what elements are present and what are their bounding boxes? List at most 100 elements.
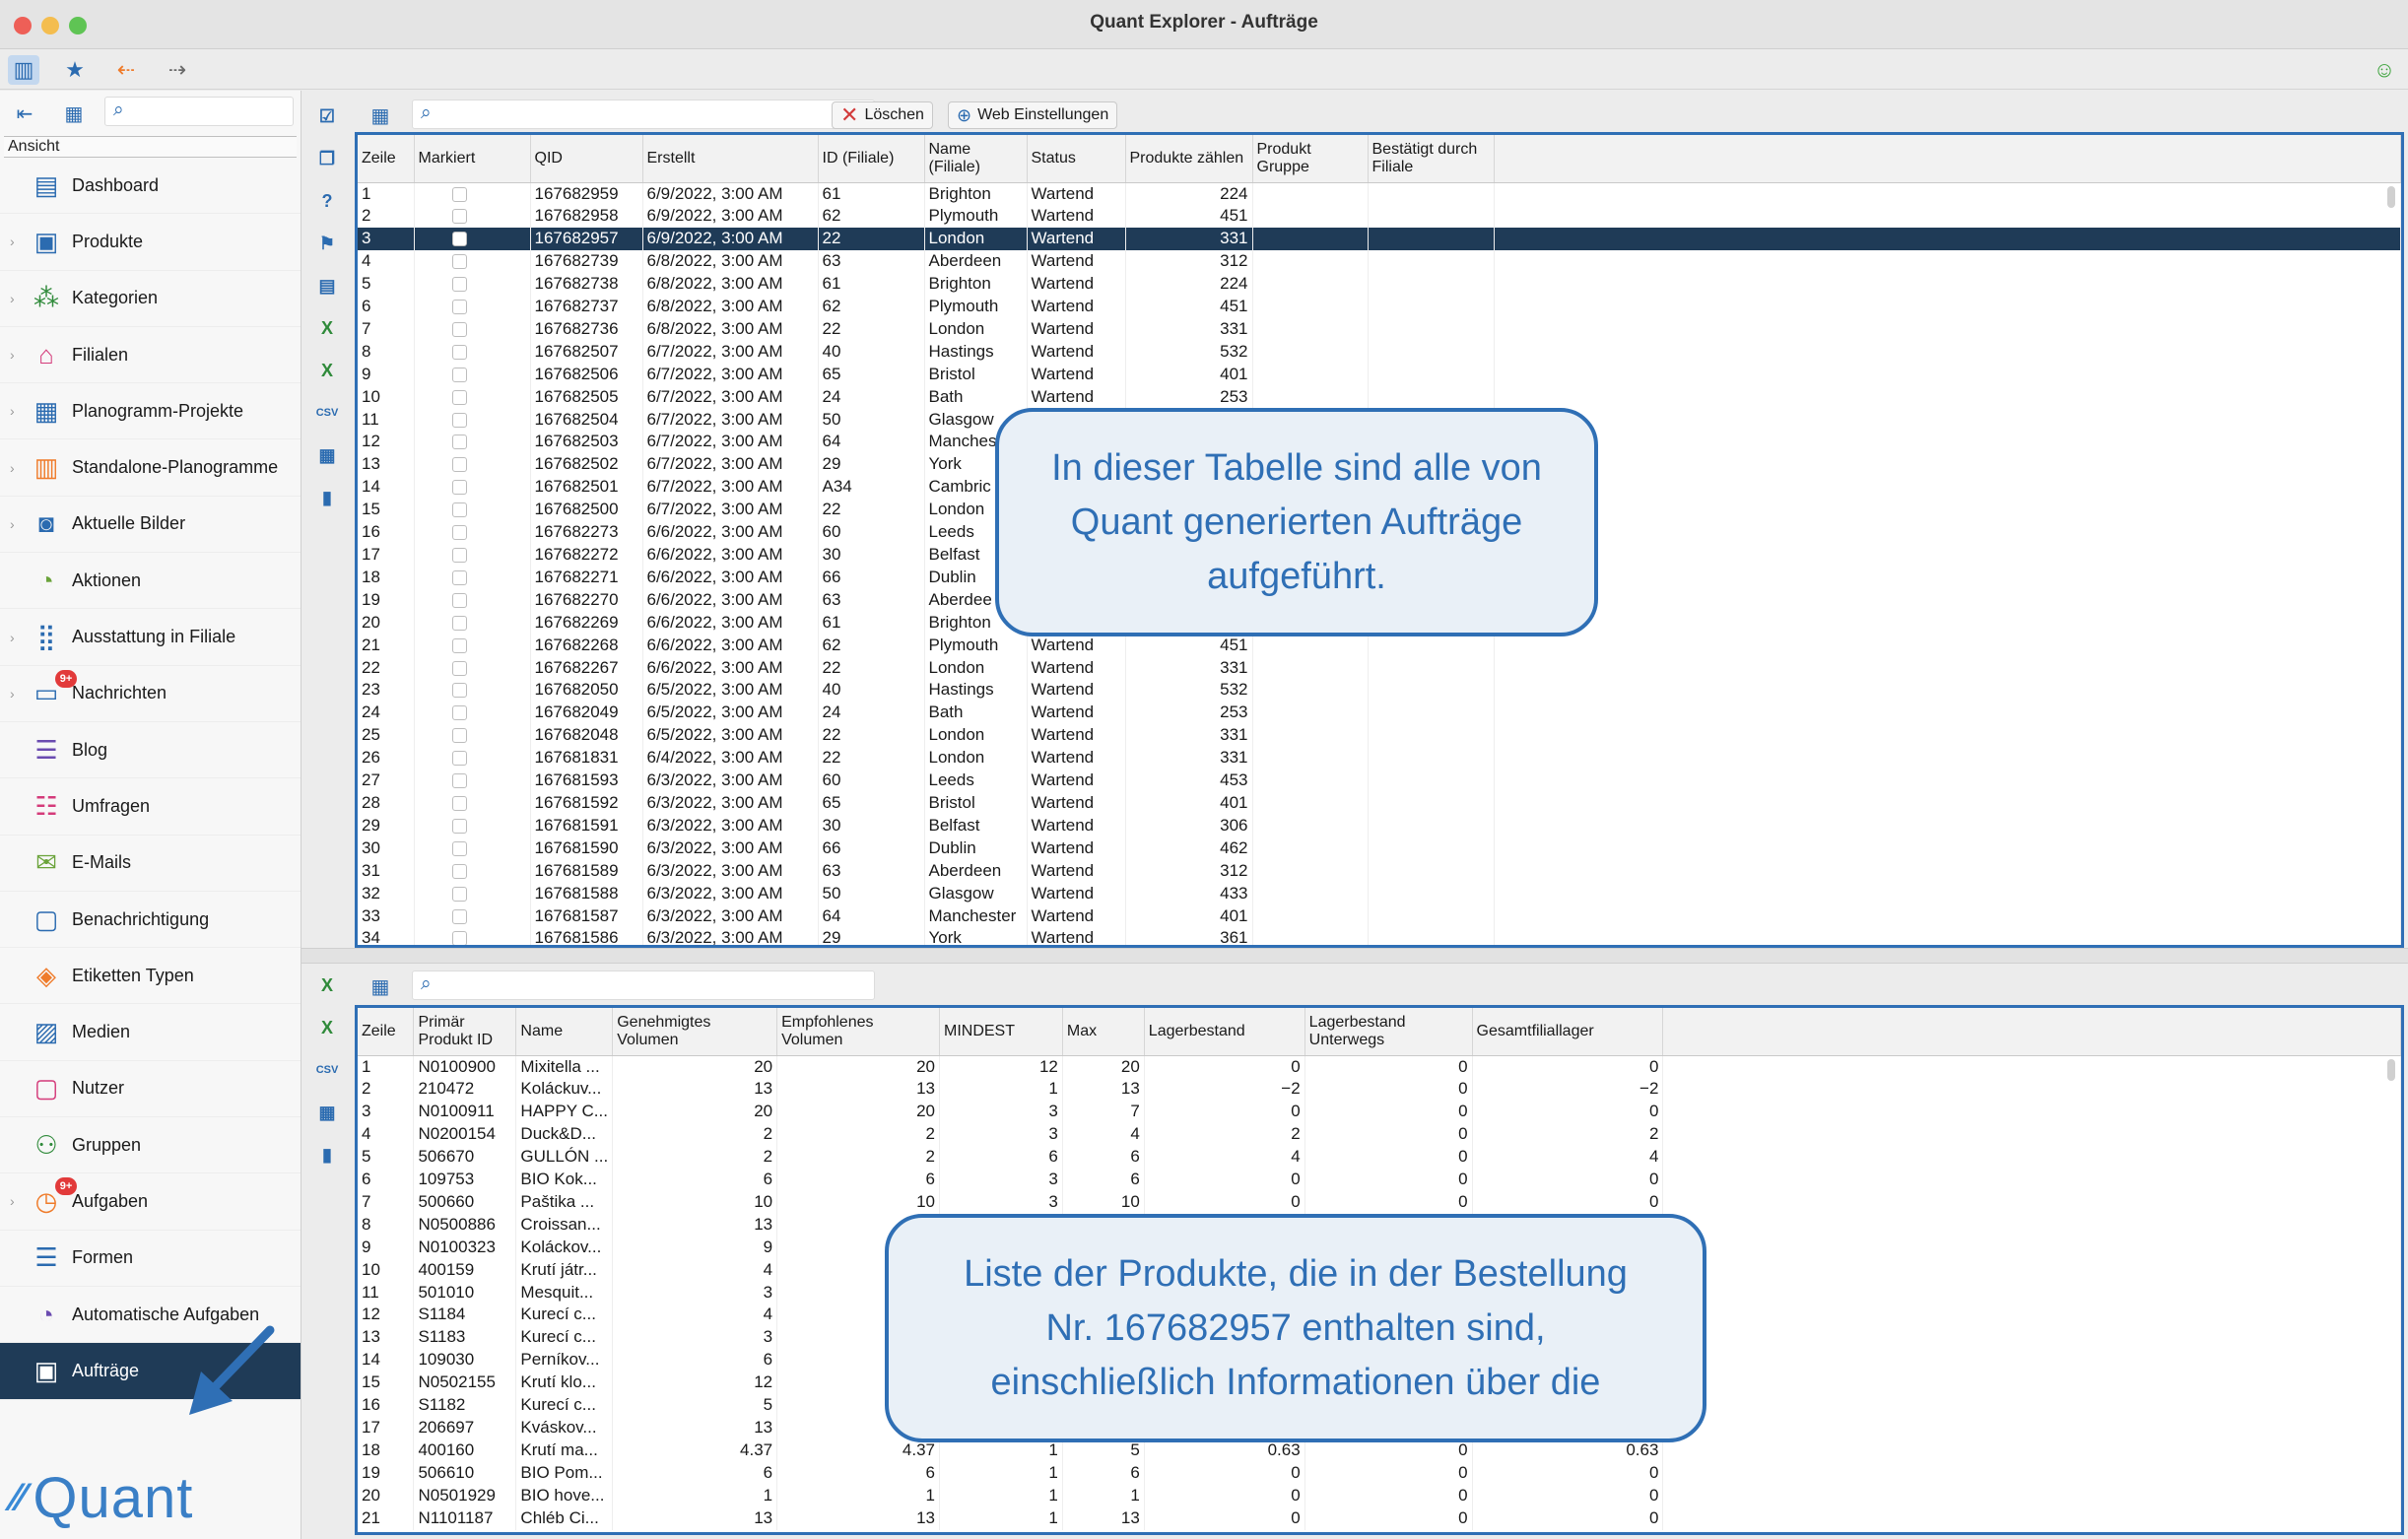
sidebar-item-umfragen[interactable]: ☷ Umfragen [0,778,301,836]
marked-checkbox[interactable] [451,637,467,653]
table-row[interactable]: 29 167681591 6/3/2022, 3:00 AM 30 Belfast War… [358,814,2401,837]
table-row[interactable]: 6 109753 BIO Kok... 6 6 3 6 0 0 0 [358,1169,2401,1191]
table-row[interactable]: 24 167682049 6/5/2022, 3:00 AM 24 Bath Warten… [358,702,2401,725]
marked-checkbox[interactable] [451,773,467,789]
products-column-header[interactable]: Zeile [358,1008,415,1056]
help-icon[interactable]: ? [313,187,341,215]
chevron-right-icon[interactable]: › [10,516,15,532]
sidebar-item-planogramm-projekte[interactable]: › ▦ Planogramm-Projekte [0,383,301,440]
table-export-icon[interactable]: ▦ [313,441,341,469]
orders-column-header[interactable]: Produkt Gruppe [1252,135,1369,183]
marked-checkbox[interactable] [451,412,467,428]
sidebar-item-aktuelle-bilder[interactable]: › ◙ Aktuelle Bilder [0,497,301,554]
marked-checkbox[interactable] [451,321,467,337]
marked-checkbox[interactable] [451,389,467,405]
sidebar-item-nutzer[interactable]: ▢ Nutzer [0,1061,301,1118]
table-row[interactable]: 3 167682957 6/9/2022, 3:00 AM 22 London Warte… [358,228,2401,251]
table-row[interactable]: 4 167682739 6/8/2022, 3:00 AM 63 Aberdeen War… [358,250,2401,274]
orders-column-header[interactable]: Markiert [414,135,531,183]
table-row[interactable]: 21 N1101187 Chléb Ci... 13 13 1 13 0 0 0 [358,1506,2401,1530]
sidebar-toggle-icon[interactable]: ▥ [8,55,39,85]
orders-column-header[interactable]: Name (Filiale) [924,135,1028,183]
products-column-header[interactable]: Empfohlenes Volumen [776,1008,940,1056]
sidebar-item-blog[interactable]: ☰ Blog [0,722,301,779]
marked-checkbox[interactable] [451,457,467,473]
table-row[interactable]: 7 167682736 6/8/2022, 3:00 AM 22 London Warte… [358,317,2401,341]
marked-checkbox[interactable] [451,705,467,721]
chevron-right-icon[interactable]: › [10,686,15,702]
table-row[interactable]: 30 167681590 6/3/2022, 3:00 AM 66 Dublin Wart… [358,836,2401,860]
sidebar-item-filialen[interactable]: › ⌂ Filialen [0,327,301,384]
back-arrow-icon[interactable]: ⇠ [110,55,142,85]
marked-checkbox[interactable] [451,615,467,631]
table-row[interactable]: 27 167681593 6/3/2022, 3:00 AM 60 Leeds Warte… [358,770,2401,792]
chevron-right-icon[interactable]: › [10,630,15,645]
marked-checkbox[interactable] [451,660,467,676]
chevron-right-icon[interactable]: › [10,403,15,419]
sidebar-item-formen[interactable]: ☰ Formen [0,1231,301,1287]
table-row[interactable]: 25 167682048 6/5/2022, 3:00 AM 22 London Wart… [358,724,2401,748]
table-row[interactable]: 6 167682737 6/8/2022, 3:00 AM 62 Plymouth War… [358,296,2401,318]
orders-column-header[interactable]: Status [1027,135,1126,183]
products-column-header[interactable]: Lagerbestand [1144,1008,1305,1056]
marked-checkbox[interactable] [451,840,467,856]
marked-checkbox[interactable] [451,728,467,744]
products-scrollbar[interactable] [2387,1059,2395,1081]
table-row[interactable]: 10 167682505 6/7/2022, 3:00 AM 24 Bath Warten… [358,385,2401,409]
chevron-right-icon[interactable]: › [10,1193,15,1209]
sidebar-item-standalone-planogramme[interactable]: › ▥ Standalone-Planogramme [0,439,301,497]
table-row[interactable]: 33 167681587 6/3/2022, 3:00 AM 64 Manchester… [358,904,2401,928]
orders-column-header[interactable]: Zeile [358,135,415,183]
marked-checkbox[interactable] [451,525,467,541]
marked-checkbox[interactable] [451,186,467,202]
flag-icon[interactable]: ⚑ [313,230,341,257]
csv-export-icon-2[interactable]: CSV [313,1056,341,1084]
excel-export-icon[interactable]: X [313,314,341,342]
sidebar-item-benachrichtigung[interactable]: ▢ Benachrichtigung [0,892,301,949]
document-icon[interactable]: ▤ [313,272,341,300]
sidebar-item-dashboard[interactable]: ▤ Dashboard [0,158,301,215]
sidebar-item-aufgaben[interactable]: › ◷ 9+ Aufgaben [0,1173,301,1231]
columns-settings-icon[interactable]: ▦ [367,102,394,128]
orders-column-header[interactable]: QID [530,135,643,183]
orders-scrollbar[interactable] [2387,186,2395,208]
sidebar-item-kategorien[interactable]: › ⁂ Kategorien [0,271,301,327]
table-row[interactable]: 23 167682050 6/5/2022, 3:00 AM 40 Hastings Wa… [358,679,2401,703]
products-column-header[interactable]: MINDEST [939,1008,1063,1056]
marked-checkbox[interactable] [451,908,467,924]
sidebar-item-medien[interactable]: ▨ Medien [0,1004,301,1061]
excel-settings-icon[interactable]: X [313,357,341,384]
table-row[interactable]: 5 167682738 6/8/2022, 3:00 AM 61 Brighton War… [358,273,2401,297]
marked-checkbox[interactable] [451,209,467,225]
pane-splitter[interactable] [301,948,2408,964]
marked-checkbox[interactable] [451,367,467,382]
table-row[interactable]: 1 167682959 6/9/2022, 3:00 AM 61 Brighton War… [358,182,2401,206]
marked-checkbox[interactable] [451,569,467,585]
orders-column-header[interactable]: Erstellt [642,135,819,183]
table-row[interactable]: 2 167682958 6/9/2022, 3:00 AM 62 Plymouth War… [358,205,2401,229]
marked-checkbox[interactable] [451,548,467,564]
sidebar-item-produkte[interactable]: › ▣ Produkte [0,214,301,271]
table-row[interactable]: 4 N0200154 Duck&D... 2 2 3 4 2 0 2 [358,1123,2401,1147]
chart-icon[interactable]: ▮ [313,484,341,511]
forward-arrow-icon[interactable]: ⇢ [162,55,193,85]
table-row[interactable]: 19 506610 BIO Pom... 6 6 1 6 0 0 0 [358,1461,2401,1485]
sidebar-item-etiketten-typen[interactable]: ◈ Etiketten Typen [0,948,301,1005]
table-row[interactable]: 9 167682506 6/7/2022, 3:00 AM 65 Bristol Wart… [358,363,2401,386]
products-column-header[interactable]: Primär Produkt ID [413,1008,517,1056]
table-settings-icon[interactable]: ▦ [59,99,89,128]
products-column-header[interactable]: Gesamtfiliallager [1472,1008,1664,1056]
table-row[interactable]: 28 167681592 6/3/2022, 3:00 AM 65 Bristol War… [358,791,2401,815]
marked-checkbox[interactable] [451,931,467,945]
table-row[interactable]: 7 500660 Paštika ... 10 10 3 10 0 0 0 [358,1190,2401,1214]
marked-checkbox[interactable] [451,751,467,767]
sidebar-item-nachrichten[interactable]: › ▭ 9+ Nachrichten [0,666,301,722]
table-row[interactable]: 22 167682267 6/6/2022, 3:00 AM 22 London Wart… [358,656,2401,680]
orders-search-input[interactable]: ⌕ [412,100,875,129]
csv-export-icon[interactable]: CSV [313,399,341,427]
marked-checkbox[interactable] [451,300,467,315]
marked-checkbox[interactable] [451,232,467,247]
excel-export-icon-2[interactable]: X [313,971,341,999]
columns-settings-icon-2[interactable]: ▦ [367,973,394,999]
chart-icon-2[interactable]: ▮ [313,1141,341,1169]
